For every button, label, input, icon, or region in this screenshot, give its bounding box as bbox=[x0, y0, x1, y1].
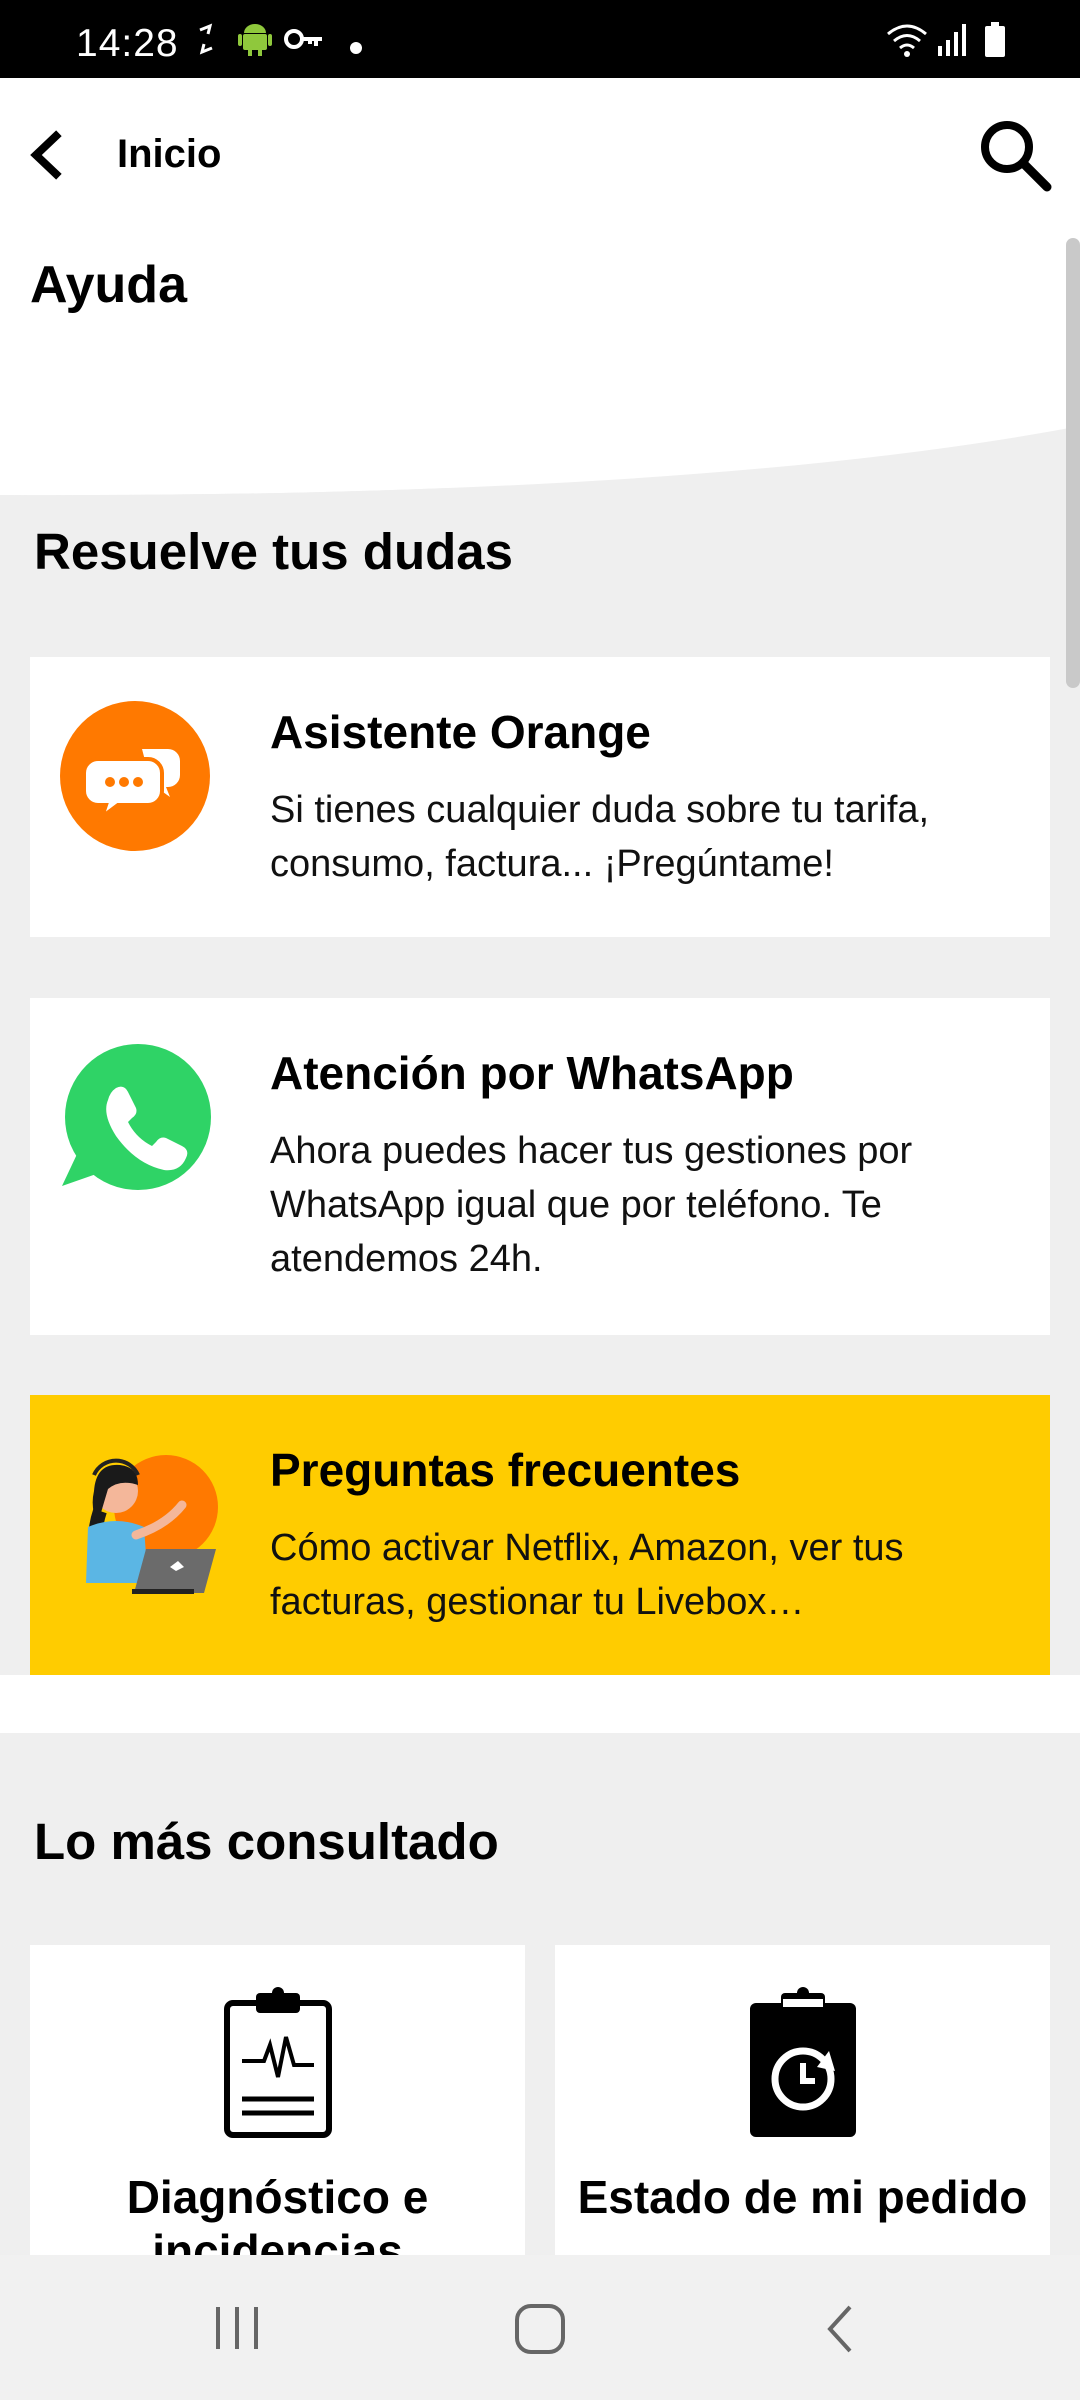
vpn-key-icon bbox=[284, 29, 322, 49]
support-agent-illustration bbox=[86, 1455, 218, 1594]
section-title-resuelve: Resuelve tus dudas bbox=[34, 523, 513, 580]
search-icon[interactable] bbox=[975, 115, 1055, 195]
signal-icon bbox=[938, 24, 966, 56]
card-title: Preguntas frecuentes bbox=[270, 1444, 741, 1496]
card-description: Cómo activar Netflix, Amazon, ver tus fa… bbox=[270, 1527, 904, 1623]
tile-diagnostico[interactable]: Diagnóstico e incidencias bbox=[30, 1945, 525, 2277]
clipboard-heartbeat-icon bbox=[224, 1987, 332, 2138]
home-icon[interactable] bbox=[512, 2301, 568, 2357]
card-preguntas-frecuentes[interactable]: Preguntas frecuentes Cómo activar Netfli… bbox=[30, 1395, 1050, 1675]
battery-icon bbox=[985, 22, 1005, 57]
recent-apps-icon[interactable] bbox=[212, 2305, 262, 2351]
nav-back-icon[interactable] bbox=[820, 2301, 860, 2357]
status-bar: 14:28 bbox=[0, 0, 1080, 78]
tile-estado-pedido[interactable]: Estado de mi pedido bbox=[555, 1945, 1050, 2255]
chat-bubbles-icon bbox=[60, 701, 210, 851]
page-title: Ayuda bbox=[30, 256, 187, 314]
scrollbar[interactable] bbox=[1066, 238, 1080, 688]
tile-label: Estado de mi pedido bbox=[577, 2171, 1028, 2223]
wifi-icon bbox=[887, 24, 927, 57]
data-sync-icon bbox=[199, 23, 213, 55]
whatsapp-icon bbox=[62, 1044, 211, 1190]
card-whatsapp[interactable]: Atención por WhatsApp Ahora puedes hacer… bbox=[30, 998, 1050, 1335]
back-label[interactable]: Inicio bbox=[117, 132, 221, 177]
android-icon bbox=[238, 24, 272, 56]
section-divider bbox=[0, 1675, 1080, 1733]
notification-dot-icon bbox=[350, 42, 362, 54]
card-description: Ahora puedes hacer tus gestiones por Wha… bbox=[270, 1130, 913, 1280]
card-title: Atención por WhatsApp bbox=[270, 1047, 794, 1099]
section-title-consultado: Lo más consultado bbox=[34, 1813, 499, 1870]
system-navigation-bar bbox=[0, 2255, 1080, 2400]
card-asistente-orange[interactable]: Asistente Orange Si tienes cualquier dud… bbox=[30, 657, 1050, 937]
card-description: Si tienes cualquier duda sobre tu tarifa… bbox=[270, 789, 930, 885]
back-arrow-icon[interactable] bbox=[18, 120, 78, 190]
card-title: Asistente Orange bbox=[270, 706, 651, 758]
clipboard-clock-icon bbox=[750, 1987, 856, 2137]
status-time: 14:28 bbox=[76, 22, 179, 65]
